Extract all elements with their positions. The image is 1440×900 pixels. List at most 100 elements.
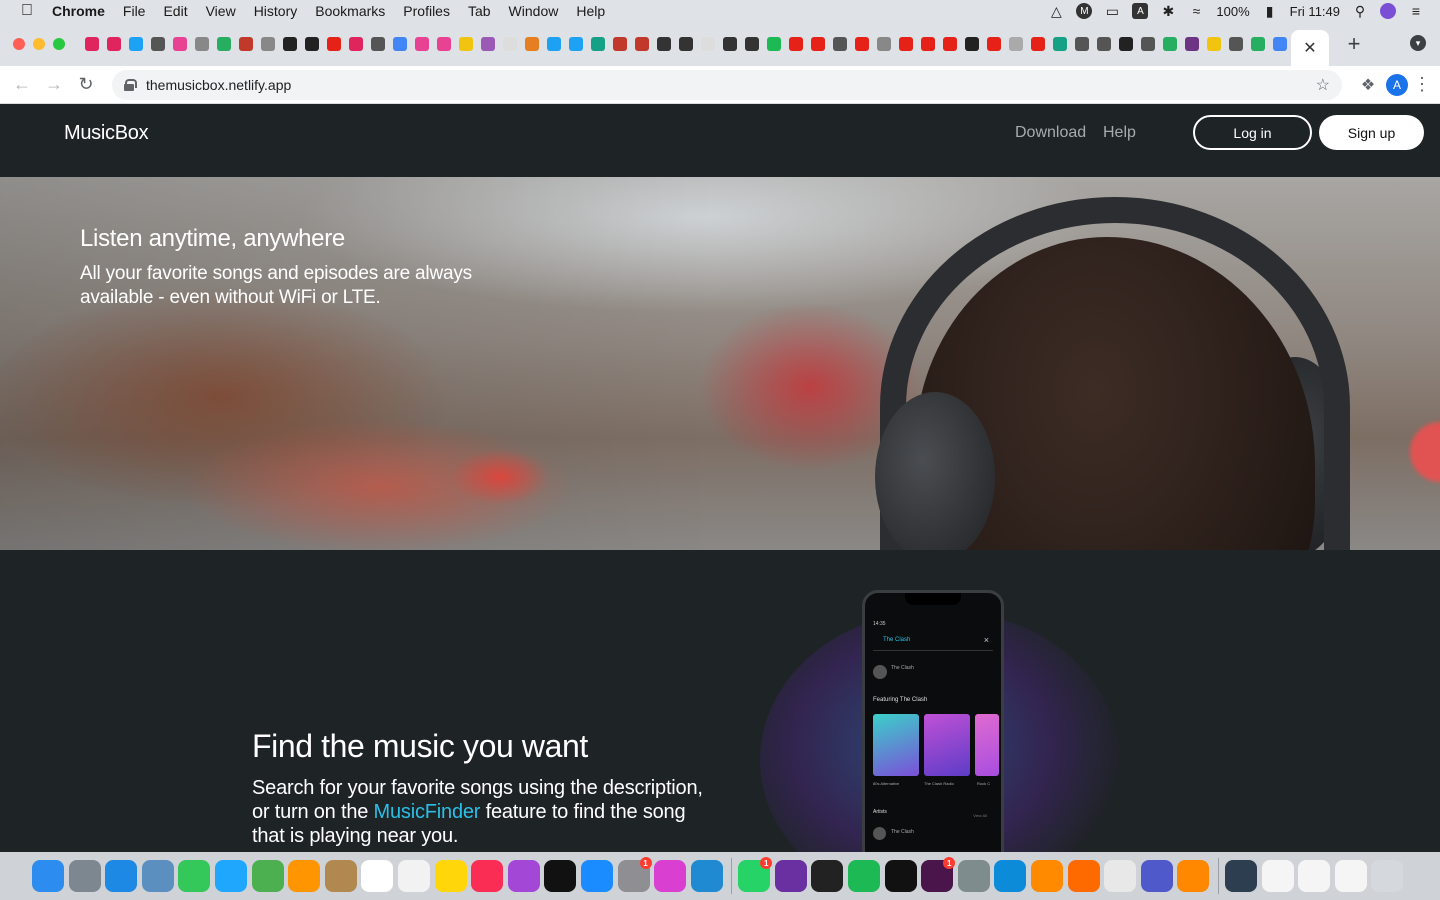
sublime-icon[interactable] bbox=[1031, 860, 1064, 892]
menu-view[interactable]: View bbox=[206, 3, 236, 19]
airplay-icon[interactable]: ▭ bbox=[1104, 3, 1120, 19]
pinned-tab[interactable] bbox=[323, 30, 345, 58]
pinned-tab[interactable] bbox=[983, 30, 1005, 58]
safari-icon[interactable] bbox=[105, 860, 138, 892]
teams-icon[interactable] bbox=[1140, 860, 1173, 892]
pinned-tab[interactable] bbox=[1027, 30, 1049, 58]
pinned-tab[interactable] bbox=[1247, 30, 1269, 58]
pinned-tab[interactable] bbox=[895, 30, 917, 58]
window-zoom-button[interactable] bbox=[53, 38, 65, 50]
pinned-tab[interactable] bbox=[763, 30, 785, 58]
forward-arrow-icon[interactable]: → bbox=[38, 69, 70, 101]
pinned-tab[interactable] bbox=[125, 30, 147, 58]
site-logo[interactable]: MusicBox bbox=[64, 122, 149, 145]
menu-edit[interactable]: Edit bbox=[163, 3, 187, 19]
pinned-tab[interactable] bbox=[389, 30, 411, 58]
pinned-tab[interactable] bbox=[851, 30, 873, 58]
pinned-tab[interactable] bbox=[81, 30, 103, 58]
pinned-tab[interactable] bbox=[1137, 30, 1159, 58]
m-status-icon[interactable]: M bbox=[1076, 3, 1093, 19]
tor-icon[interactable] bbox=[774, 860, 807, 892]
window-close-button[interactable] bbox=[13, 38, 25, 50]
profile-avatar[interactable]: A bbox=[1386, 73, 1408, 96]
musicfinder-link[interactable]: MusicFinder bbox=[374, 801, 481, 823]
pinned-tab[interactable] bbox=[1225, 30, 1247, 58]
menu-bookmarks[interactable]: Bookmarks bbox=[315, 3, 385, 19]
doc-icon[interactable] bbox=[1298, 860, 1331, 892]
input-source-icon[interactable]: A bbox=[1132, 3, 1149, 19]
facetime-icon[interactable] bbox=[178, 860, 211, 892]
activity-monitor-icon[interactable] bbox=[811, 860, 844, 892]
window-minimize-button[interactable] bbox=[33, 38, 45, 50]
pinned-tab[interactable] bbox=[301, 30, 323, 58]
pinned-tab[interactable] bbox=[279, 30, 301, 58]
chrome-menu-icon[interactable]: ⋮ bbox=[1408, 69, 1436, 101]
notes-icon[interactable] bbox=[434, 860, 467, 892]
spotlight-search-icon[interactable]: ⚲ bbox=[1352, 3, 1368, 19]
pinned-tab[interactable] bbox=[521, 30, 543, 58]
pinned-tab[interactable] bbox=[1115, 30, 1137, 58]
music-icon[interactable] bbox=[471, 860, 504, 892]
pinned-tab[interactable] bbox=[1181, 30, 1203, 58]
terminal-icon[interactable] bbox=[884, 860, 917, 892]
login-button[interactable]: Log in bbox=[1193, 115, 1312, 150]
pinned-tab[interactable] bbox=[455, 30, 477, 58]
edge-icon[interactable] bbox=[994, 860, 1027, 892]
tv-icon[interactable] bbox=[544, 860, 577, 892]
pinned-tab[interactable] bbox=[1203, 30, 1225, 58]
nav-download-link[interactable]: Download bbox=[1015, 124, 1086, 142]
pinned-tab[interactable] bbox=[235, 30, 257, 58]
pinned-tab[interactable] bbox=[103, 30, 125, 58]
pinned-tab[interactable] bbox=[477, 30, 499, 58]
pinned-tab[interactable] bbox=[169, 30, 191, 58]
menu-app-chrome[interactable]: Chrome bbox=[52, 3, 105, 19]
pinned-tab[interactable] bbox=[587, 30, 609, 58]
photos-icon[interactable] bbox=[288, 860, 321, 892]
contacts-icon[interactable] bbox=[324, 860, 357, 892]
pinned-tab[interactable] bbox=[675, 30, 697, 58]
doc-icon[interactable] bbox=[1261, 860, 1294, 892]
signup-button[interactable]: Sign up bbox=[1319, 115, 1424, 150]
system-preferences-icon[interactable]: 1 bbox=[617, 857, 652, 892]
disk-utility-icon[interactable] bbox=[957, 860, 990, 892]
active-tab[interactable]: ✕ bbox=[1291, 30, 1329, 66]
pinned-tab[interactable] bbox=[653, 30, 675, 58]
feedback-icon[interactable] bbox=[654, 860, 687, 892]
control-center-icon[interactable]: ≡ bbox=[1408, 3, 1424, 19]
pinned-tab[interactable] bbox=[829, 30, 851, 58]
pinned-tab[interactable] bbox=[873, 30, 895, 58]
alfred-icon[interactable]: △ bbox=[1048, 3, 1064, 19]
menu-tab[interactable]: Tab bbox=[468, 3, 491, 19]
pinned-tab[interactable] bbox=[1093, 30, 1115, 58]
menu-window[interactable]: Window bbox=[509, 3, 559, 19]
bookmark-star-icon[interactable]: ☆ bbox=[1316, 75, 1330, 95]
bluetooth-icon[interactable]: ✱ bbox=[1160, 3, 1176, 19]
pinned-tab[interactable] bbox=[191, 30, 213, 58]
apple-menu-icon[interactable]:  bbox=[18, 2, 36, 20]
back-arrow-icon[interactable]: ← bbox=[6, 69, 38, 101]
reminders-icon[interactable] bbox=[397, 860, 430, 892]
vscode-icon[interactable] bbox=[690, 860, 723, 892]
menu-file[interactable]: File bbox=[123, 3, 146, 19]
preview-icon[interactable] bbox=[141, 860, 174, 892]
reload-icon[interactable]: ↻ bbox=[70, 69, 102, 101]
menu-help[interactable]: Help bbox=[576, 3, 605, 19]
pinned-tab[interactable] bbox=[213, 30, 235, 58]
pinned-tab[interactable] bbox=[257, 30, 279, 58]
pinned-tab[interactable] bbox=[917, 30, 939, 58]
menu-profiles[interactable]: Profiles bbox=[403, 3, 450, 19]
chrome-icon[interactable] bbox=[1104, 860, 1137, 892]
pinned-tab[interactable] bbox=[807, 30, 829, 58]
vlc-icon[interactable] bbox=[1177, 860, 1210, 892]
pinned-tab[interactable] bbox=[741, 30, 763, 58]
pinned-tab[interactable] bbox=[367, 30, 389, 58]
pinned-tab[interactable] bbox=[147, 30, 169, 58]
extensions-puzzle-icon[interactable]: ❖ bbox=[1352, 69, 1384, 101]
pinned-tab[interactable] bbox=[1159, 30, 1181, 58]
messages-icon[interactable] bbox=[214, 860, 247, 892]
spotify-icon[interactable] bbox=[848, 860, 881, 892]
pinned-tab[interactable] bbox=[411, 30, 433, 58]
calendar-icon[interactable] bbox=[361, 860, 394, 892]
trash-icon[interactable] bbox=[1371, 860, 1404, 892]
pinned-tab[interactable] bbox=[1071, 30, 1093, 58]
